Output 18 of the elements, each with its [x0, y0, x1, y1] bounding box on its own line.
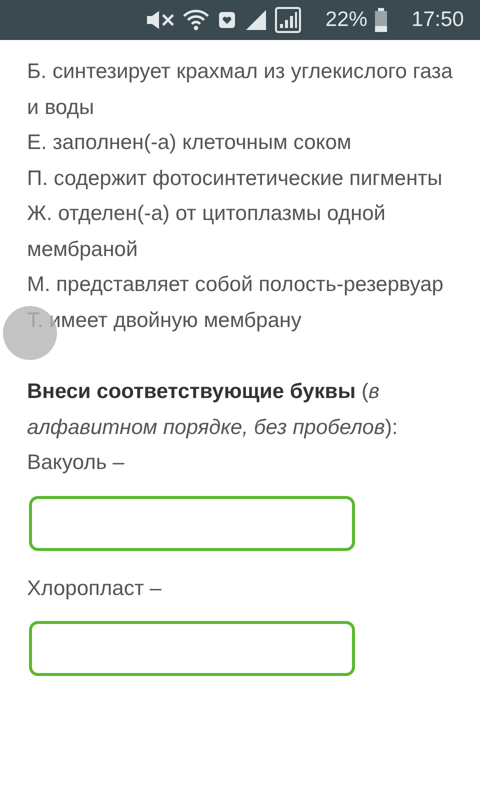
signal-icon [275, 7, 302, 33]
mute-icon [145, 9, 176, 31]
battery-percent: 22% [325, 7, 368, 34]
answer-label: Хлоропласт – [27, 576, 162, 602]
option-text: Е. заполнен(-а) клеточным соком [27, 130, 352, 156]
option-text: М. представляет собой полость-резервуар [27, 272, 444, 298]
signal-icon [245, 9, 268, 31]
option-text: Ж. отделен(-а) от цитоплазмы одной мембраной [27, 201, 386, 262]
battery-icon [375, 8, 388, 32]
wifi-icon [183, 9, 210, 31]
clock-time: 17:50 [411, 7, 464, 34]
notification-icon [217, 9, 238, 31]
instruction-text: Внеси соответствующие буквы (в алфавитном порядке, без пробелов): [27, 379, 399, 440]
answer-label: Вакуоль – [27, 450, 126, 476]
option-text: П. содержит фотосинтетические пигменты [27, 166, 444, 192]
answer-field[interactable] [29, 496, 355, 550]
answer-field[interactable] [29, 621, 355, 676]
option-text: Б. синтезирует крахмал из углекислого газа и воды [27, 59, 454, 120]
